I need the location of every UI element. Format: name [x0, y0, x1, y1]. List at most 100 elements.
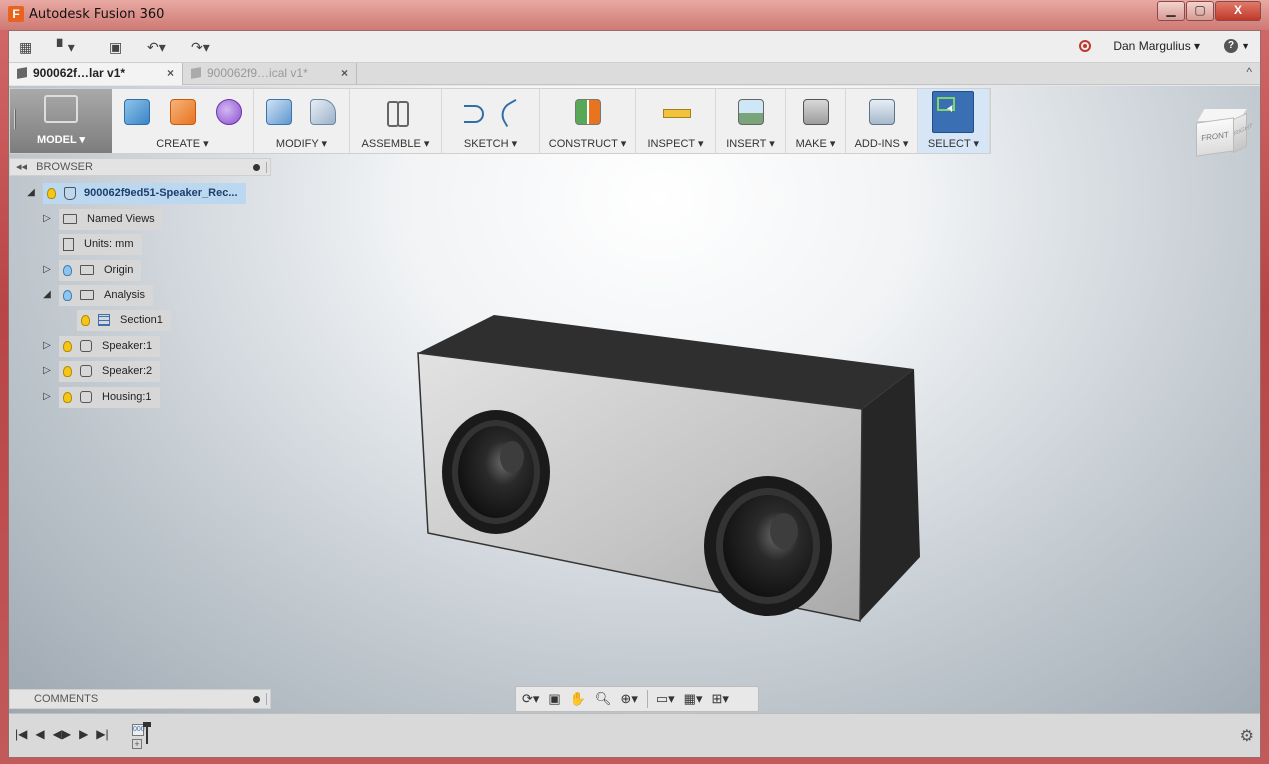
- collapsed-icon[interactable]: ▷: [41, 360, 53, 382]
- panel-toggle-icon[interactable]: [253, 164, 260, 171]
- visibility-bulb-icon[interactable]: [63, 264, 72, 276]
- scripts-icon[interactable]: [869, 99, 895, 125]
- tree-item-speaker-1[interactable]: ▷ Speaker:1: [41, 335, 161, 357]
- close-tab-icon[interactable]: ×: [341, 63, 348, 84]
- visibility-bulb-icon[interactable]: [63, 391, 72, 403]
- browser-panel-header[interactable]: ◂◂ BROWSER: [9, 158, 271, 176]
- joint-icon[interactable]: [383, 99, 409, 127]
- housing-side-face[interactable]: [860, 369, 920, 621]
- tab-document-2[interactable]: 900062f9…ical v1* ×: [183, 63, 357, 85]
- panel-toggle-icon[interactable]: [253, 696, 260, 703]
- tree-item-housing-1[interactable]: ▷ Housing:1: [41, 386, 160, 408]
- canvas-viewport[interactable]: MODEL ▾ CREATE ▾ MODIFY ▾ ASSEMBLE ▾ SKE: [9, 86, 1260, 713]
- line-icon[interactable]: [462, 99, 488, 125]
- comments-panel-header[interactable]: COMMENTS: [9, 689, 271, 709]
- expanded-icon[interactable]: ◢: [41, 284, 53, 306]
- record-icon[interactable]: [1079, 40, 1092, 52]
- close-icon[interactable]: X: [1215, 1, 1261, 21]
- next-icon[interactable]: ▶: [79, 727, 88, 741]
- maximize-icon[interactable]: ▢: [1186, 1, 1214, 21]
- viewports-icon[interactable]: ⊞▾: [711, 687, 728, 711]
- modify-group[interactable]: MODIFY ▾: [254, 89, 350, 153]
- grip-handle[interactable]: [14, 109, 16, 129]
- visibility-bulb-icon[interactable]: [81, 314, 90, 326]
- play-icon[interactable]: ◀▶: [53, 727, 71, 741]
- timeline-marker-flag-icon[interactable]: [143, 722, 151, 744]
- 3d-print-icon[interactable]: [803, 99, 829, 125]
- add-ins-group[interactable]: ADD-INS ▾: [846, 89, 918, 153]
- undo-icon[interactable]: ↶▾: [147, 39, 166, 55]
- collapsed-icon[interactable]: ▷: [41, 259, 53, 281]
- box-icon[interactable]: [124, 99, 150, 125]
- select-icon[interactable]: [932, 91, 974, 133]
- panel-grip-icon[interactable]: [266, 162, 267, 173]
- tree-item-named-views[interactable]: ▷ Named Views: [41, 208, 163, 230]
- sketch-group[interactable]: SKETCH ▾: [442, 89, 540, 153]
- collapsed-icon[interactable]: ▷: [41, 208, 53, 230]
- inspect-menu[interactable]: INSPECT ▾: [636, 137, 715, 150]
- visibility-bulb-icon[interactable]: [63, 365, 72, 377]
- pan-icon[interactable]: ✋: [570, 687, 586, 711]
- browser-collapse-icon[interactable]: ◂◂: [16, 161, 27, 173]
- gear-icon[interactable]: ⚙: [1240, 726, 1254, 746]
- fit-icon[interactable]: ⊕▾: [620, 687, 637, 711]
- make-menu[interactable]: MAKE ▾: [786, 137, 845, 150]
- visibility-bulb-icon[interactable]: [63, 340, 72, 352]
- insert-menu[interactable]: INSERT ▾: [716, 137, 785, 150]
- grid-settings-icon[interactable]: ▦▾: [684, 687, 703, 711]
- tree-item-analysis[interactable]: ◢ Analysis: [41, 284, 153, 306]
- inspect-group[interactable]: INSPECT ▾: [636, 89, 716, 153]
- look-at-icon[interactable]: ▣: [548, 687, 560, 711]
- timeline-marker[interactable]: 000 +: [132, 722, 152, 750]
- add-ins-menu[interactable]: ADD-INS ▾: [846, 137, 917, 150]
- spline-icon[interactable]: [498, 99, 524, 125]
- grid-menu-icon[interactable]: ▦: [19, 39, 32, 55]
- extrude-icon[interactable]: [170, 99, 196, 125]
- timeline-expand-icon[interactable]: +: [132, 739, 142, 749]
- assemble-menu[interactable]: ASSEMBLE ▾: [350, 137, 441, 150]
- zoom-icon[interactable]: 🔍︎: [595, 687, 612, 711]
- help-icon[interactable]: ?: [1224, 39, 1239, 53]
- collapse-tabs-icon[interactable]: ^: [1246, 65, 1252, 79]
- first-icon[interactable]: |◀: [15, 727, 27, 741]
- press-pull-icon[interactable]: [266, 99, 292, 125]
- save-icon[interactable]: ▣: [109, 39, 122, 55]
- construct-group[interactable]: CONSTRUCT ▾: [540, 89, 636, 153]
- tree-root[interactable]: ◢ 900062f9ed51-Speaker_Rec...: [25, 182, 246, 204]
- select-group[interactable]: SELECT ▾: [918, 89, 990, 153]
- viewcube-front-face[interactable]: FRONT: [1196, 117, 1234, 157]
- create-menu[interactable]: CREATE ▾: [112, 137, 253, 150]
- construct-menu[interactable]: CONSTRUCT ▾: [540, 137, 635, 150]
- file-icon[interactable]: ▘▾: [57, 39, 75, 55]
- visibility-bulb-icon[interactable]: [47, 187, 56, 199]
- left-driver[interactable]: [442, 410, 550, 534]
- viewcube[interactable]: FRONT RIGHT: [1188, 102, 1253, 166]
- minimize-icon[interactable]: ▁: [1157, 1, 1185, 21]
- modify-menu[interactable]: MODIFY ▾: [254, 137, 349, 150]
- select-menu[interactable]: SELECT ▾: [918, 137, 989, 150]
- orbit-icon[interactable]: ⟳▾: [522, 687, 539, 711]
- sketch-menu[interactable]: SKETCH ▾: [442, 137, 539, 150]
- plane-icon[interactable]: [575, 99, 601, 125]
- fillet-icon[interactable]: [310, 99, 336, 125]
- viewcube-right-face[interactable]: RIGHT: [1233, 112, 1253, 154]
- form-icon[interactable]: [216, 99, 242, 125]
- workspace-switcher[interactable]: MODEL ▾: [10, 89, 112, 153]
- assemble-group[interactable]: ASSEMBLE ▾: [350, 89, 442, 153]
- collapsed-icon[interactable]: ▷: [41, 335, 53, 357]
- collapsed-icon[interactable]: ▷: [41, 386, 53, 408]
- visibility-bulb-icon[interactable]: [63, 289, 72, 301]
- tree-item-units[interactable]: Units: mm: [41, 233, 142, 255]
- tab-document-1[interactable]: 900062f…lar v1* ×: [9, 63, 183, 85]
- last-icon[interactable]: ▶|: [96, 727, 108, 741]
- tree-item-speaker-2[interactable]: ▷ Speaker:2: [41, 360, 161, 382]
- measure-icon[interactable]: [663, 99, 691, 125]
- create-group[interactable]: CREATE ▾: [112, 89, 254, 153]
- tree-item-section1[interactable]: Section1: [59, 309, 171, 331]
- redo-icon[interactable]: ↷▾: [191, 39, 210, 55]
- tree-item-origin[interactable]: ▷ Origin: [41, 259, 142, 281]
- insert-image-icon[interactable]: [738, 99, 764, 125]
- speaker-model[interactable]: [404, 311, 924, 631]
- right-driver[interactable]: [704, 476, 832, 616]
- user-menu[interactable]: Dan Margulius ▾: [1113, 39, 1200, 53]
